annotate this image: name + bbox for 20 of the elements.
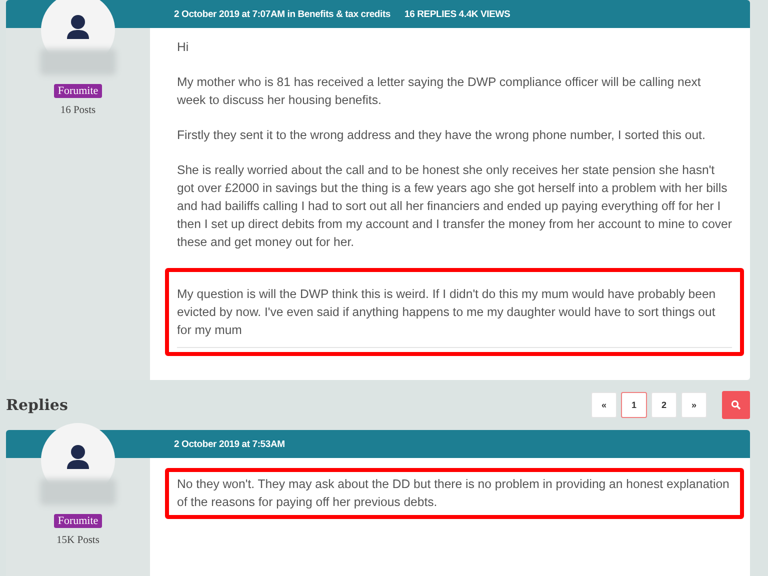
role-badge: Forumite (54, 84, 102, 98)
post-paragraph: Firstly they sent it to the wrong address and they have the wrong phone number, I sorted this out. (177, 127, 706, 144)
post-meta: 2 October 2019 at 7:53AM (174, 438, 285, 450)
page-button[interactable]: 1 (621, 392, 647, 418)
search-button[interactable] (722, 391, 750, 419)
post-count: 15K Posts (56, 535, 100, 546)
post-paragraph: Hi (177, 39, 190, 56)
role-badge: Forumite (54, 514, 102, 528)
post-meta: 2 October 2019 at 7:07AM in Benefits & tax credits (174, 8, 390, 20)
post-count: 16 Posts (60, 105, 96, 116)
post-paragraph: No they won't. They may ask about the DD but there is no problem in providing an honest explanation of the reasons for paying off her previous debts. (177, 476, 730, 511)
post-paragraph: My mother who is 81 has received a letter saying the DWP compliance officer will be calling next week to discuss her housing benefits. (177, 74, 702, 109)
search-icon (731, 400, 741, 410)
post-stats: 16 REPLIES 4.4K VIEWS (404, 8, 510, 20)
replies-heading: Replies (6, 396, 69, 414)
post-paragraph: She is really worried about the call and to be honest she only receives her state pension she hasn't got over £2000 in savings but the thing is a few years ago she got herself into a problem with her bills and had bailiffs calling I had to sort out all her financiers and ended up paying everything off for her I then I set up direct debits from my account and I transfer the money from her account to mine to cover these and get money out for her. (177, 162, 732, 251)
page-button[interactable]: » (681, 392, 707, 418)
page-button[interactable]: 2 (651, 392, 677, 418)
post-paragraph: My question is will the DWP think this is weird. If I didn't do this my mum would have probably been evicted by now. I've even said if anything happens to me my daughter would have to sort things out for my mum (177, 285, 732, 348)
page-button[interactable]: « (591, 392, 617, 418)
